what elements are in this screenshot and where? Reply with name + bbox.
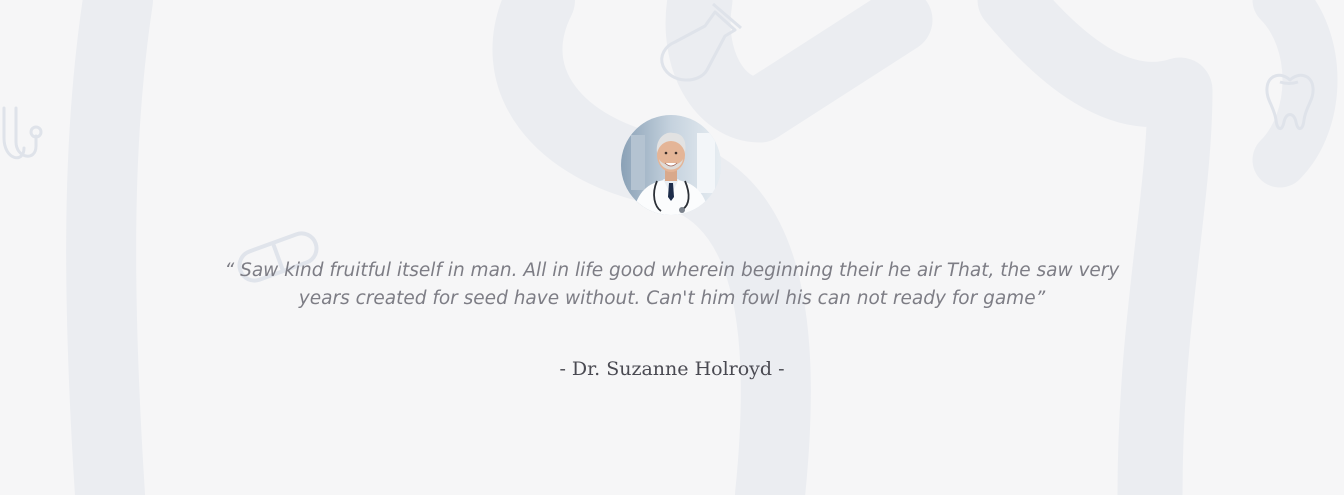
testimonial-quote: “ Saw kind fruitful itself in man. All i…: [224, 260, 1120, 309]
stethoscope-icon: [2, 106, 43, 160]
flask-icon: [660, 2, 742, 82]
testimonial-author: - Dr. Suzanne Holroyd -: [559, 358, 785, 380]
testimonial-section: “ Saw kind fruitful itself in man. All i…: [0, 0, 1344, 495]
tooth-icon: [1265, 73, 1315, 130]
doctor-portrait-icon: [621, 115, 721, 215]
avatar: [621, 115, 721, 215]
